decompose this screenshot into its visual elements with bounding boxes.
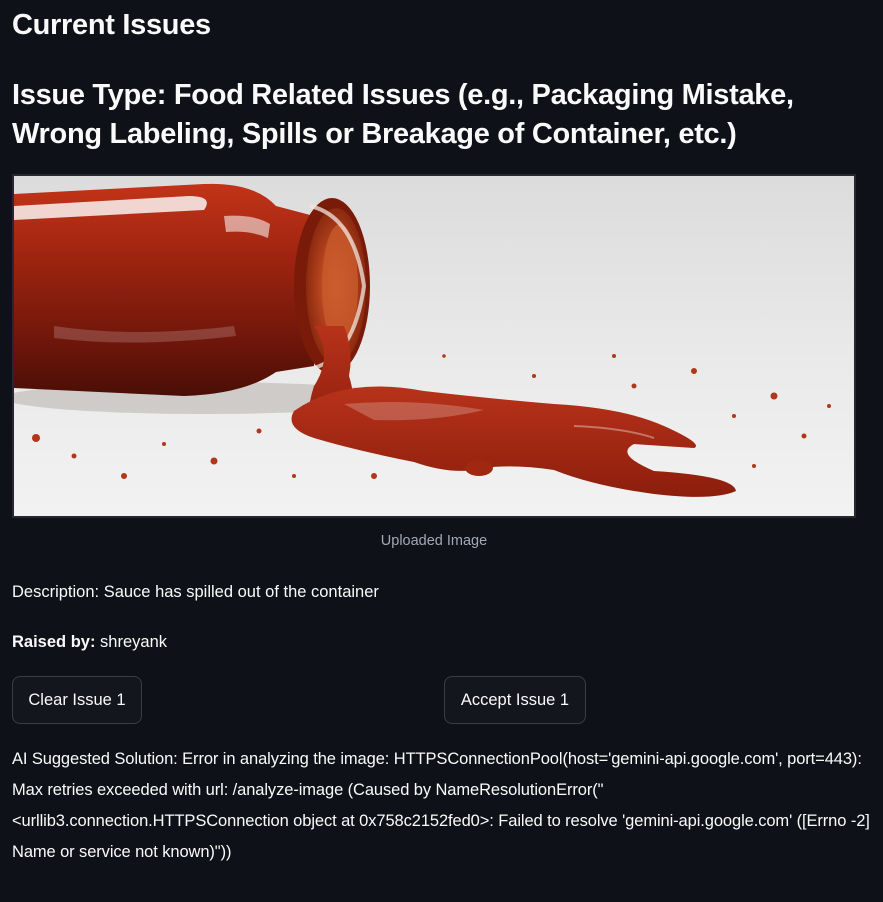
raised-by-label: Raised by:	[12, 633, 96, 651]
ai-suggested-solution: AI Suggested Solution: Error in analyzin…	[12, 750, 870, 861]
image-caption: Uploaded Image	[380, 533, 488, 549]
clear-issue-button[interactable]: Clear Issue 1	[12, 676, 142, 724]
raised-by-value: shreyank	[100, 633, 167, 651]
uploaded-image	[12, 174, 856, 518]
spilled-sauce-image	[14, 176, 854, 516]
issue-description: Description: Sauce has spilled out of th…	[12, 583, 379, 601]
accept-issue-button[interactable]: Accept Issue 1	[444, 676, 586, 724]
page-title: Current Issues	[12, 9, 211, 41]
raised-by: Raised by: shreyank	[12, 630, 167, 654]
issue-type-heading: Issue Type: Food Related Issues (e.g., P…	[12, 79, 794, 150]
